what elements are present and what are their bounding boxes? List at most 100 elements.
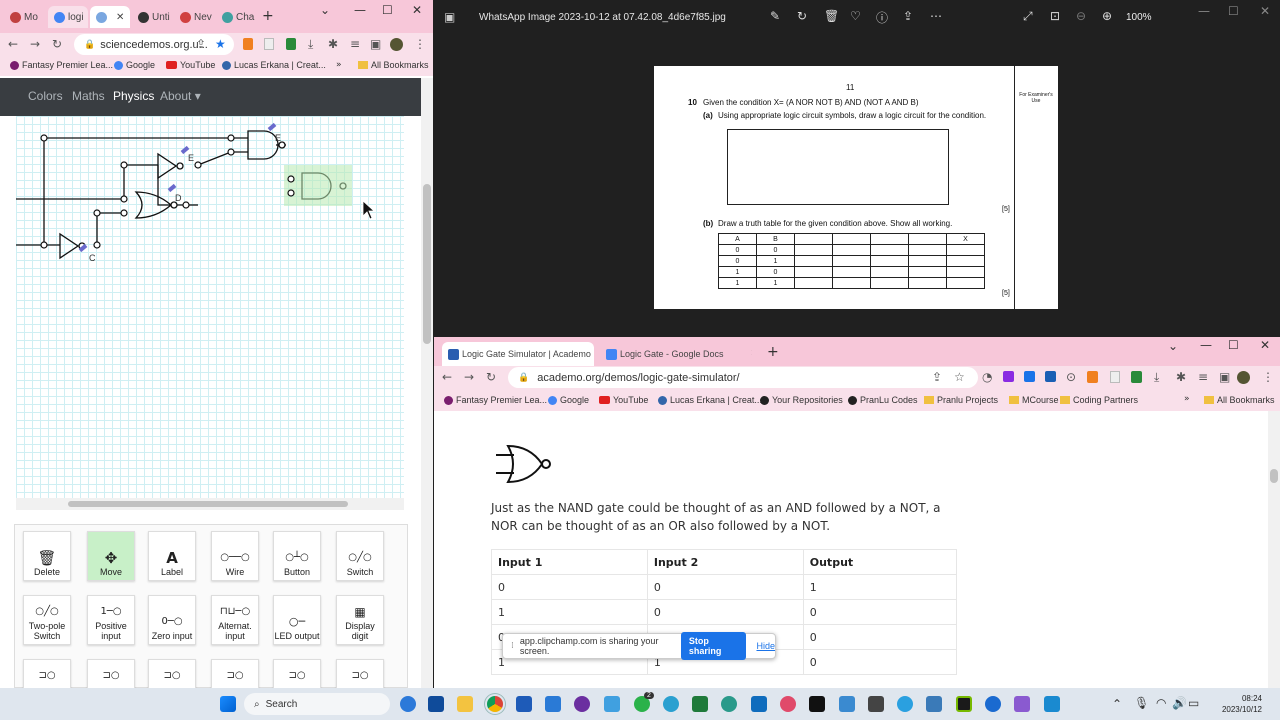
extension-icon[interactable]: ◔	[982, 370, 992, 384]
extension-icon[interactable]	[264, 38, 274, 50]
nav-physics[interactable]: Physics	[113, 89, 154, 103]
extension-icon[interactable]	[286, 38, 296, 50]
menu-icon[interactable]: ⋮	[414, 37, 426, 51]
minimize-icon[interactable]: —	[1200, 338, 1212, 352]
edge-icon[interactable]	[721, 696, 737, 712]
chevron-up-icon[interactable]: ⌃	[1112, 697, 1122, 711]
display-digit-tool[interactable]: ▦ Display digit	[336, 595, 384, 645]
gate-tool[interactable]: ⊐○	[87, 659, 135, 689]
bookmark-item[interactable]: Lucas Erkana | Creat...	[222, 60, 326, 70]
nvidia-icon[interactable]	[956, 696, 972, 712]
app-icon[interactable]	[400, 696, 416, 712]
extension-icon[interactable]	[243, 38, 253, 50]
tab-logic-gate-simulator[interactable]: Logic Gate Simulator | Academo✕	[442, 342, 594, 366]
gate-tool[interactable]: ⊐○	[336, 659, 384, 689]
puzzle-icon[interactable]: ✱	[1176, 370, 1186, 384]
sidebar-icon[interactable]: ▣	[370, 37, 381, 51]
extension-icon[interactable]: ⊙	[1066, 370, 1076, 384]
button-tool[interactable]: ○┴○ Button	[273, 531, 321, 581]
reading-list-icon[interactable]: ≡	[350, 37, 360, 51]
extension-icon[interactable]	[1045, 371, 1056, 382]
app-icon[interactable]	[985, 696, 1001, 712]
more-bookmarks-icon[interactable]: »	[1184, 394, 1190, 404]
app-icon[interactable]	[574, 696, 590, 712]
gate-tool[interactable]: ⊐○	[148, 659, 196, 689]
app-icon[interactable]	[428, 696, 444, 712]
url-input[interactable]: 🔒 academo.org/demos/logic-gate-simulator/	[508, 367, 978, 388]
download-icon[interactable]: ⤓	[1154, 370, 1159, 385]
back-icon[interactable]: ←	[442, 370, 452, 384]
bookmark-item[interactable]: Your Repositories	[760, 395, 843, 405]
nav-colors[interactable]: Colors	[28, 89, 63, 103]
battery-icon[interactable]: ▭	[1188, 696, 1199, 710]
app-icon[interactable]	[692, 696, 708, 712]
app-icon[interactable]	[868, 696, 884, 712]
scrollbar-thumb[interactable]	[1270, 469, 1278, 483]
gallery-icon[interactable]: ▣	[444, 10, 455, 24]
stop-sharing-button[interactable]: Stop sharing	[680, 632, 747, 660]
start-icon[interactable]	[220, 696, 236, 712]
bookmark-star-icon[interactable]: ★	[215, 37, 226, 51]
reload-icon[interactable]: ↻	[486, 370, 496, 384]
chrome-icon[interactable]	[487, 696, 503, 712]
tab-google-docs[interactable]: Logic Gate - Google Docs ✕	[600, 342, 752, 366]
telegram-icon[interactable]	[897, 696, 913, 712]
forward-icon[interactable]: →	[464, 370, 474, 384]
scrollbar-thumb[interactable]	[423, 184, 431, 344]
bookmark-item[interactable]: Google	[114, 60, 155, 70]
maximize-icon[interactable]: ☐	[1228, 338, 1239, 352]
bookmark-item[interactable]: Coding Partners	[1060, 395, 1138, 405]
led-output-tool[interactable]: ○─ LED output	[273, 595, 321, 645]
positive-input-tool[interactable]: 1─○ Positive input	[87, 595, 135, 645]
back-icon[interactable]: ←	[8, 37, 18, 51]
bookmark-item[interactable]: YouTube	[166, 60, 215, 70]
maximize-icon[interactable]: ☐	[382, 3, 393, 17]
sidebar-icon[interactable]: ▣	[1219, 370, 1230, 384]
bookmark-item[interactable]: YouTube	[599, 395, 648, 405]
zero-input-tool[interactable]: 0─○ Zero input	[148, 595, 196, 645]
gate-tool[interactable]: ⊐○	[23, 659, 71, 689]
clock-time[interactable]: 08:24	[1222, 694, 1262, 703]
vscode-icon[interactable]	[545, 696, 561, 712]
rotate-icon[interactable]: ↻	[797, 9, 807, 23]
more-icon[interactable]: ⋯	[930, 9, 942, 23]
share-icon[interactable]: ⇪	[196, 37, 206, 51]
tab-6[interactable]: Cha	[216, 6, 256, 28]
reload-icon[interactable]: ↻	[52, 37, 62, 51]
label-button[interactable]: A Label	[148, 531, 196, 581]
left-page-scrollbar[interactable]	[421, 78, 433, 688]
circuit-canvas[interactable]: E E D C	[16, 116, 404, 498]
app-icon[interactable]	[839, 696, 855, 712]
extension-icon[interactable]	[1003, 371, 1014, 382]
bookmark-item[interactable]: PranLu Codes	[848, 395, 918, 405]
zoom-out-icon[interactable]: ⊖	[1076, 9, 1086, 23]
reading-list-icon[interactable]: ≡	[1198, 370, 1208, 384]
music-icon[interactable]	[780, 696, 796, 712]
extension-icon[interactable]	[1087, 371, 1098, 383]
app-icon[interactable]	[663, 696, 679, 712]
edit-icon[interactable]: ✎	[770, 9, 780, 23]
extension-icon[interactable]	[1131, 371, 1142, 383]
tab-5[interactable]: Nev	[174, 6, 214, 28]
tab-2[interactable]: logi	[48, 6, 88, 28]
taskbar-search[interactable]: ⌕ Search	[244, 693, 390, 715]
avatar[interactable]	[390, 38, 403, 51]
more-bookmarks-icon[interactable]: »	[336, 60, 342, 70]
fit-icon[interactable]: ⊡	[1050, 9, 1060, 23]
app-icon[interactable]	[516, 696, 532, 712]
app-icon[interactable]	[604, 696, 620, 712]
bookmark-item[interactable]: MCourse	[1009, 395, 1059, 405]
chevron-down-icon[interactable]: ⌄	[1168, 339, 1178, 353]
bookmark-item[interactable]: Fantasy Premier Lea...	[444, 395, 547, 405]
alternating-input-tool[interactable]: ⊓⊔─○ Alternat. input	[211, 595, 259, 645]
minimize-icon[interactable]: —	[354, 3, 366, 17]
window-close-icon[interactable]: ✕	[412, 3, 422, 17]
chevron-down-icon[interactable]: ⌄	[320, 3, 330, 17]
bookmark-item[interactable]: Google	[548, 395, 589, 405]
app-icon[interactable]	[1044, 696, 1060, 712]
extension-icon[interactable]	[1024, 371, 1035, 382]
all-bookmarks[interactable]: All Bookmarks	[358, 60, 429, 70]
tab-4[interactable]: Unti	[132, 6, 172, 28]
scrollbar-thumb[interactable]	[68, 501, 348, 507]
wifi-icon[interactable]: ◠	[1156, 696, 1166, 710]
